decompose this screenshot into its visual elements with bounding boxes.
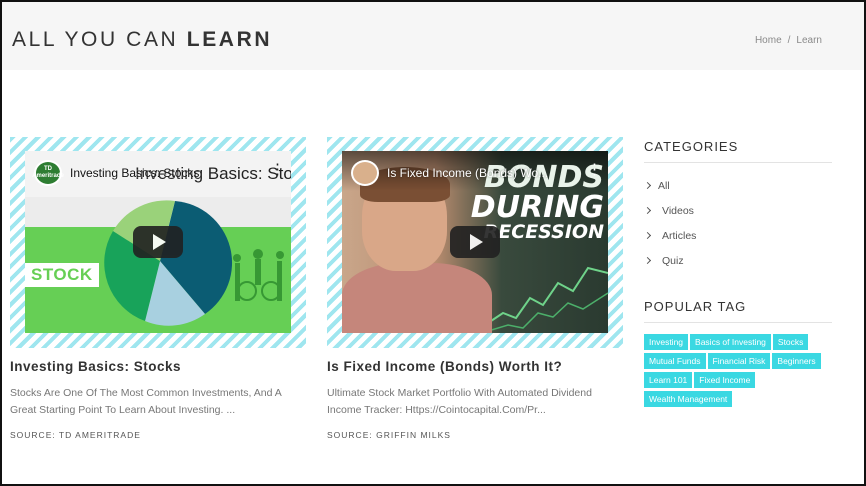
channel-avatar[interactable]: TD Ameritrade xyxy=(32,160,64,186)
categories-list: All Videos Articles Quiz xyxy=(643,173,832,273)
learn-card-stocks: Investing Basics: Sto STOCK TD Ameritrad… xyxy=(10,137,306,440)
tag-basics-of-investing[interactable]: Basics of Investing xyxy=(690,334,771,350)
category-item-articles[interactable]: Articles xyxy=(643,223,832,248)
video-player[interactable]: Investing Basics: Sto STOCK TD Ameritrad… xyxy=(25,151,291,333)
overlay-line-2: DURING xyxy=(470,190,604,225)
page-title-light: ALL YOU CAN xyxy=(12,28,179,51)
card-title[interactable]: Investing Basics: Stocks xyxy=(10,359,306,374)
tag-fixed-income[interactable]: Fixed Income xyxy=(694,372,756,388)
category-item-quiz[interactable]: Quiz xyxy=(643,248,832,273)
sidebar: CATEGORIES All Videos Articles Quiz POPU… xyxy=(643,139,832,407)
tag-wealth-management[interactable]: Wealth Management xyxy=(644,391,733,407)
chevron-right-icon xyxy=(643,256,652,265)
chevron-right-icon xyxy=(643,206,652,215)
breadcrumb: Home / Learn xyxy=(755,35,822,46)
video-title[interactable]: Is Fixed Income (Bonds) Wo... xyxy=(387,166,548,180)
play-button[interactable] xyxy=(450,226,500,258)
video-person-shirt xyxy=(342,263,492,333)
tag-financial-risk[interactable]: Financial Risk xyxy=(707,353,771,369)
page-title-bold: LEARN xyxy=(186,28,273,51)
category-label: Articles xyxy=(662,229,697,242)
tag-mutual-funds[interactable]: Mutual Funds xyxy=(644,353,706,369)
play-icon xyxy=(470,234,483,250)
channel-avatar[interactable] xyxy=(351,160,379,186)
breadcrumb-separator: / xyxy=(787,35,791,46)
tag-beginners[interactable]: Beginners xyxy=(772,353,821,369)
chevron-right-icon xyxy=(643,231,652,240)
more-options-icon[interactable]: ⋮ xyxy=(270,162,285,177)
video-frame: BONDS DURING RECESSION Is Fixed Income (… xyxy=(327,137,623,348)
chart-lines-graphic xyxy=(488,266,608,332)
learn-card-bonds: BONDS DURING RECESSION Is Fixed Income (… xyxy=(327,137,623,440)
tag-stocks[interactable]: Stocks xyxy=(772,334,809,350)
category-item-videos[interactable]: Videos xyxy=(643,198,832,223)
card-source: SOURCE: GRIFFIN MILKS xyxy=(327,430,451,440)
tag-investing[interactable]: Investing xyxy=(644,334,689,350)
page-title: ALL YOU CAN LEARN xyxy=(12,28,272,52)
card-description: Stocks Are One Of The Most Common Invest… xyxy=(10,387,282,416)
video-player[interactable]: BONDS DURING RECESSION Is Fixed Income (… xyxy=(342,151,608,333)
chevron-right-icon xyxy=(643,181,652,190)
card-title[interactable]: Is Fixed Income (Bonds) Worth It? xyxy=(327,359,623,374)
video-frame: Investing Basics: Sto STOCK TD Ameritrad… xyxy=(10,137,306,348)
page-header: ALL YOU CAN LEARN Home / Learn xyxy=(2,2,864,70)
video-stock-label: STOCK xyxy=(25,263,99,287)
tag-learn-101[interactable]: Learn 101 xyxy=(644,372,693,388)
more-options-icon[interactable]: ⋮ xyxy=(587,162,602,177)
play-button[interactable] xyxy=(133,226,183,258)
category-item-all[interactable]: All xyxy=(643,173,832,198)
popular-tag-heading: POPULAR TAG xyxy=(644,299,832,323)
breadcrumb-learn[interactable]: Learn xyxy=(796,35,822,46)
breadcrumb-home[interactable]: Home xyxy=(755,35,782,46)
card-description: Ultimate Stock Market Portfolio With Aut… xyxy=(327,387,592,416)
play-icon xyxy=(153,234,166,250)
card-source: SOURCE: TD AMERITRADE xyxy=(10,430,141,440)
category-label: All xyxy=(658,179,670,192)
video-title[interactable]: Investing Basics: Stocks xyxy=(70,166,199,180)
category-label: Videos xyxy=(662,204,694,217)
category-label: Quiz xyxy=(662,254,684,267)
tag-cloud: Investing Basics of Investing Stocks Mut… xyxy=(644,334,832,407)
categories-heading: CATEGORIES xyxy=(644,139,832,163)
